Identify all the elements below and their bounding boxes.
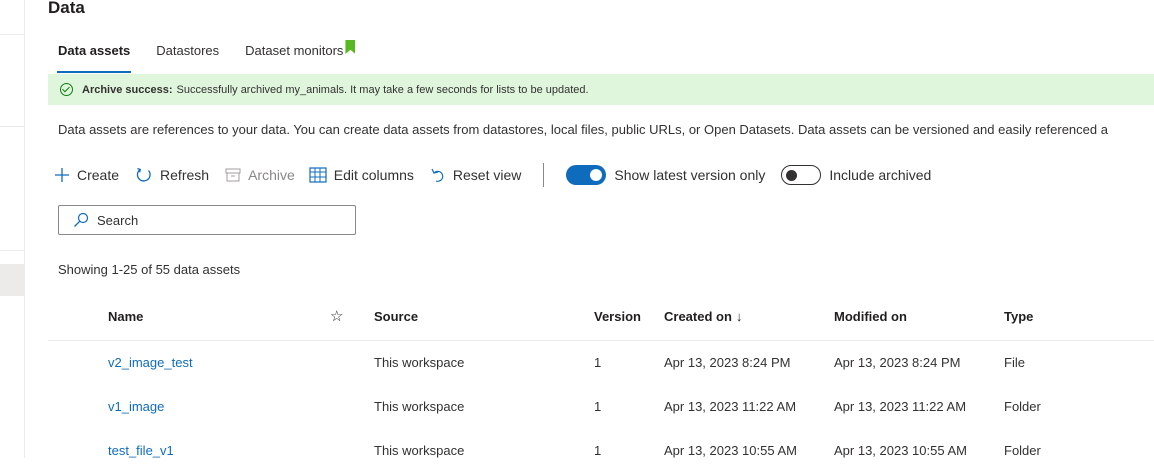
column-header-name[interactable]: Name <box>108 296 143 340</box>
modified-cell: Apr 13, 2023 10:55 AM <box>834 443 967 458</box>
edit-columns-label: Edit columns <box>333 167 414 183</box>
tab-label: Data assets <box>58 43 131 58</box>
check-circle-icon <box>60 83 73 96</box>
archive-icon <box>225 168 241 182</box>
page-description: Data assets are references to your data.… <box>58 122 1108 137</box>
undo-icon <box>431 168 444 182</box>
include-archived-label: Include archived <box>829 167 932 183</box>
source-cell: This workspace <box>374 399 465 414</box>
source-cell: This workspace <box>374 443 465 458</box>
show-latest-label: Show latest version only <box>614 167 766 183</box>
archive-label: Archive <box>248 167 295 183</box>
table-row[interactable]: v1_image This workspace 1 Apr 13, 2023 1… <box>48 385 1154 429</box>
plus-icon <box>55 168 69 182</box>
type-cell: Folder <box>1004 399 1041 414</box>
asset-name-link[interactable]: v2_image_test <box>108 341 193 385</box>
version-cell: 1 <box>594 399 602 414</box>
rail-divider <box>0 250 24 251</box>
rail-divider <box>0 34 24 35</box>
table-header-row: Name ☆ Source Version Created on ↓ Modifi… <box>48 296 1154 341</box>
toggle-switch-off[interactable] <box>781 165 822 185</box>
column-header-type[interactable]: Type <box>1004 296 1033 340</box>
preview-bookmark-icon <box>345 40 356 54</box>
refresh-label: Refresh <box>160 167 210 183</box>
rail-selected-item[interactable] <box>0 264 24 296</box>
column-header-source[interactable]: Source <box>374 296 418 340</box>
refresh-button[interactable]: Refresh <box>135 166 209 184</box>
asset-name-link[interactable]: test_file_v1 <box>108 429 174 473</box>
created-cell: Apr 13, 2023 8:24 PM <box>664 355 791 370</box>
type-cell: Folder <box>1004 443 1041 458</box>
archive-button[interactable]: Archive <box>225 167 295 183</box>
edit-columns-button[interactable]: Edit columns <box>309 167 414 183</box>
tab-label: Dataset monitors <box>245 43 344 58</box>
search-box[interactable] <box>58 205 356 235</box>
modified-cell: Apr 13, 2023 11:22 AM <box>834 399 967 414</box>
toggle-switch-on[interactable] <box>566 165 607 185</box>
source-cell: This workspace <box>374 355 465 370</box>
page-title: Data <box>48 0 85 17</box>
column-header-version[interactable]: Version <box>594 296 641 340</box>
tab-datastores[interactable]: Datastores <box>146 40 229 74</box>
tab-dataset-monitors[interactable]: Dataset monitors <box>235 40 356 74</box>
table-row[interactable]: test_file_v1 This workspace 1 Apr 13, 20… <box>48 429 1154 473</box>
type-cell: File <box>1004 355 1025 370</box>
toolbar-separator <box>543 163 545 187</box>
create-label: Create <box>77 167 120 183</box>
banner-message: Successfully archived my_animals. It may… <box>176 83 589 96</box>
table-columns-icon <box>309 167 327 183</box>
version-cell: 1 <box>594 355 602 370</box>
search-icon <box>74 212 89 227</box>
create-button[interactable]: Create <box>54 167 119 183</box>
column-header-modified[interactable]: Modified on <box>834 296 907 340</box>
rail-divider <box>0 126 24 127</box>
search-input[interactable] <box>97 212 337 228</box>
reset-view-label: Reset view <box>452 167 522 183</box>
tab-bar: Data assets Datastores Dataset monitors <box>48 40 359 74</box>
refresh-icon <box>136 167 151 182</box>
command-bar: Create Refresh Archive Edit columns Rese… <box>54 162 931 188</box>
created-header-label: Created on <box>664 309 732 324</box>
tab-label: Datastores <box>156 43 220 58</box>
version-cell: 1 <box>594 443 602 458</box>
data-assets-table: Name ☆ Source Version Created on ↓ Modifi… <box>48 296 1154 473</box>
table-row[interactable]: v2_image_test This workspace 1 Apr 13, 2… <box>48 341 1154 385</box>
include-archived-toggle[interactable]: Include archived <box>781 165 931 185</box>
star-icon[interactable]: ☆ <box>330 296 343 340</box>
success-banner: Archive success: Successfully archived m… <box>48 74 1154 105</box>
modified-cell: Apr 13, 2023 8:24 PM <box>834 355 961 370</box>
created-cell: Apr 13, 2023 11:22 AM <box>664 399 797 414</box>
banner-title: Archive success: <box>82 83 173 96</box>
tab-data-assets[interactable]: Data assets <box>48 40 140 74</box>
created-cell: Apr 13, 2023 10:55 AM <box>664 443 797 458</box>
show-latest-toggle[interactable]: Show latest version only <box>566 165 765 185</box>
result-count: Showing 1-25 of 55 data assets <box>58 262 241 277</box>
sort-down-arrow-icon: ↓ <box>735 309 743 324</box>
reset-view-button[interactable]: Reset view <box>430 167 521 183</box>
column-header-created[interactable]: Created on ↓ <box>664 296 742 340</box>
asset-name-link[interactable]: v1_image <box>108 385 164 429</box>
left-nav-rail <box>0 0 25 458</box>
